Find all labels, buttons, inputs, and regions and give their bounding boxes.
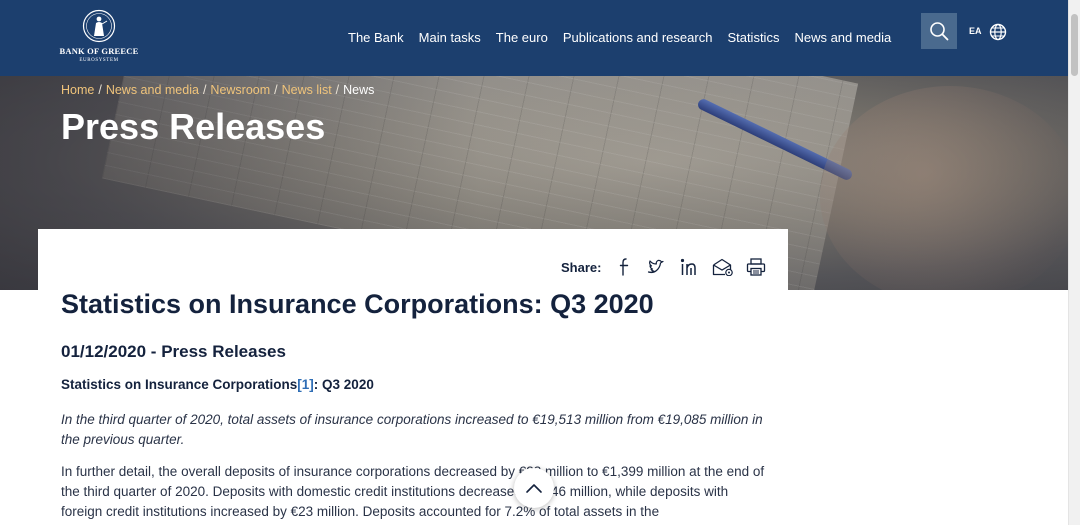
article-lead-paragraph: In the third quarter of 2020, total asse… xyxy=(61,412,763,447)
nav-item-publications[interactable]: Publications and research xyxy=(563,30,713,45)
article-subheading-text: Statistics on Insurance Corporations xyxy=(61,377,298,392)
breadcrumb-home[interactable]: Home xyxy=(61,83,94,97)
search-icon xyxy=(930,22,949,41)
article-subheading: Statistics on Insurance Corporations[1]:… xyxy=(61,377,374,392)
nav-item-main-tasks[interactable]: Main tasks xyxy=(419,30,481,45)
bank-logo[interactable]: BANK OF GREECE EUROSYSTEM xyxy=(58,9,140,69)
article-date-line: 01/12/2020 - Press Releases xyxy=(61,342,286,361)
share-label: Share: xyxy=(561,259,602,275)
bank-emblem-icon xyxy=(82,9,116,43)
breadcrumb-newsroom[interactable]: Newsroom xyxy=(210,83,270,97)
share-bar: Share: xyxy=(561,256,778,278)
site-header: BANK OF GREECE EUROSYSTEM The Bank Main … xyxy=(0,0,1068,76)
chevron-up-icon xyxy=(526,484,542,493)
breadcrumb-news-and-media[interactable]: News and media xyxy=(106,83,199,97)
article-subheading-suffix: : Q3 2020 xyxy=(313,377,374,392)
breadcrumb-news-list[interactable]: News list xyxy=(282,83,332,97)
article-card: Share: Statistics on Insurance Corporati… xyxy=(38,229,788,525)
linkedin-icon[interactable] xyxy=(679,256,701,278)
footnote-link[interactable]: [1] xyxy=(297,377,314,392)
scroll-to-top-button[interactable] xyxy=(514,468,554,508)
language-switch[interactable]: EA xyxy=(969,26,982,36)
nav-item-the-bank[interactable]: The Bank xyxy=(348,30,404,45)
breadcrumb: Home / News and media / Newsroom / News list / N… xyxy=(61,83,374,97)
print-icon[interactable] xyxy=(745,256,767,278)
main-nav: The Bank Main tasks The euro Publication… xyxy=(348,30,891,45)
globe-icon[interactable] xyxy=(989,23,1007,41)
breadcrumb-separator: / xyxy=(274,83,278,97)
logo-name: BANK OF GREECE xyxy=(59,46,139,56)
breadcrumb-separator: / xyxy=(335,83,340,97)
nav-item-news-and-media[interactable]: News and media xyxy=(794,30,891,45)
page-title: Press Releases xyxy=(61,106,326,147)
facebook-icon[interactable] xyxy=(613,256,635,278)
article-body-paragraph: In further detail, the overall deposits … xyxy=(61,464,765,519)
page-scrollbar[interactable] xyxy=(1068,0,1080,525)
scrollbar-thumb[interactable] xyxy=(1071,14,1078,76)
email-icon[interactable] xyxy=(712,256,734,278)
article-title: Statistics on Insurance Corporations: Q3… xyxy=(61,289,654,319)
search-button[interactable] xyxy=(921,13,957,49)
logo-subtitle: EUROSYSTEM xyxy=(79,58,119,63)
breadcrumb-separator: / xyxy=(98,83,102,97)
breadcrumb-separator: / xyxy=(202,83,207,97)
twitter-icon[interactable] xyxy=(646,256,668,278)
breadcrumb-current: News xyxy=(343,83,375,97)
nav-item-statistics[interactable]: Statistics xyxy=(727,30,779,45)
nav-item-the-euro[interactable]: The euro xyxy=(496,30,548,45)
